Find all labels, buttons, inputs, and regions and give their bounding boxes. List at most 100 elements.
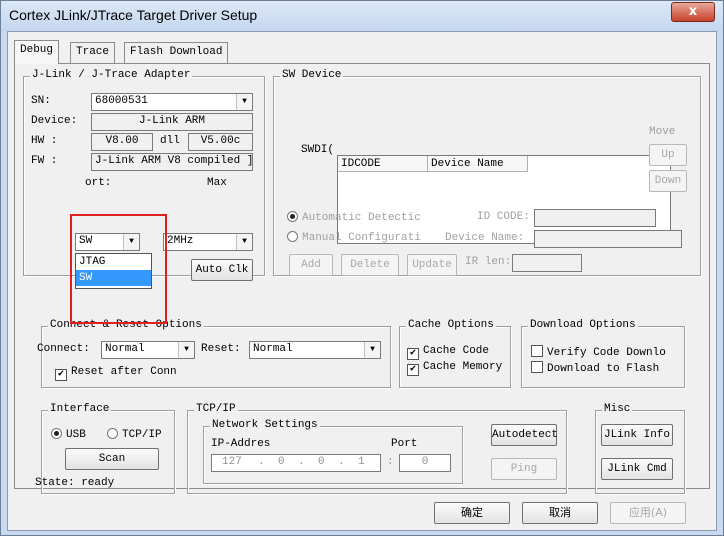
network-settings-title: Network Settings (210, 419, 320, 431)
cancel-button[interactable]: 取消 (522, 502, 598, 524)
delete-button[interactable]: Delete (341, 254, 399, 276)
ip-octet-2: 0 (278, 456, 285, 468)
add-button[interactable]: Add (289, 254, 333, 276)
reset-select[interactable]: Normal ▼ (249, 341, 381, 359)
move-down-button[interactable]: Down (649, 170, 687, 192)
sn-value: 68000531 (95, 95, 148, 107)
reset-after-label: Reset after Conn (71, 366, 177, 378)
checkbox-icon (531, 361, 543, 373)
scan-button[interactable]: Scan (65, 448, 159, 470)
adapter-group-title: J-Link / J-Trace Adapter (30, 69, 193, 81)
chevron-down-icon: ▼ (178, 342, 194, 358)
fw-field: J-Link ARM V8 compiled ] (91, 153, 253, 171)
chevron-down-icon: ▼ (236, 234, 252, 250)
reset-after-checkbox[interactable]: ✔ Reset after Conn (55, 366, 177, 381)
cache-memory-checkbox[interactable]: ✔ Cache Memory (407, 361, 502, 376)
radio-icon (287, 211, 298, 222)
port-number-label: Port (391, 438, 418, 450)
radio-icon (287, 231, 298, 242)
setup-dialog: Cortex JLink/JTrace Target Driver Setup … (0, 0, 724, 536)
cache-code-checkbox[interactable]: ✔ Cache Code (407, 345, 489, 360)
debug-panel: J-Link / J-Trace Adapter SN: 68000531 ▼ … (14, 63, 710, 494)
ip-dot: . (258, 456, 265, 468)
reset-value: Normal (253, 343, 293, 355)
radio-icon (107, 428, 118, 439)
connect-value: Normal (105, 343, 145, 355)
dll-field: V5.00c (188, 133, 253, 151)
interface-title: Interface (48, 403, 112, 415)
download-options-title: Download Options (528, 319, 638, 331)
state-text: State: ready (35, 477, 115, 489)
manual-config-label: Manual Configurati (302, 232, 421, 244)
ip-dot: . (298, 456, 305, 468)
ip-dot: . (338, 456, 345, 468)
move-label: Move (649, 126, 676, 138)
tcp-port-field[interactable]: 0 (399, 454, 451, 472)
ok-button[interactable]: 确定 (434, 502, 510, 524)
auto-detect-radio[interactable]: Automatic Detectic (287, 211, 421, 224)
check-icon: ✔ (55, 369, 67, 381)
cache-memory-label: Cache Memory (423, 361, 503, 373)
fw-label: FW : (31, 155, 58, 167)
download-to-flash-label: Download to Flash (547, 363, 660, 375)
manual-config-radio[interactable]: Manual Configurati (287, 231, 421, 244)
jlink-info-button[interactable]: JLink Info (601, 424, 673, 446)
usb-radio[interactable]: USB (51, 428, 86, 441)
ping-button[interactable]: Ping (491, 458, 557, 480)
auto-clk-button[interactable]: Auto Clk (191, 259, 253, 281)
apply-button[interactable]: 应用(A) (610, 502, 686, 524)
autodetect-button[interactable]: Autodetect (491, 424, 558, 446)
verify-code-checkbox[interactable]: Verify Code Downlo (531, 345, 666, 359)
chevron-down-icon: ▼ (236, 94, 252, 110)
check-icon: ✔ (407, 348, 419, 360)
port-label: ort: (85, 177, 112, 189)
download-to-flash-checkbox[interactable]: Download to Flash (531, 361, 659, 375)
misc-group: Misc (595, 403, 685, 494)
move-up-button[interactable]: Up (649, 144, 687, 166)
device-field: J-Link ARM (91, 113, 253, 131)
irlen-field[interactable] (512, 254, 582, 272)
window-title: Cortex JLink/JTrace Target Driver Setup (9, 7, 258, 23)
cache-code-label: Cache Code (423, 345, 490, 357)
cache-options-title: Cache Options (406, 319, 496, 331)
sw-device-title: SW Device (280, 69, 344, 81)
jlink-cmd-button[interactable]: JLink Cmd (601, 458, 673, 480)
col-idcode: IDCODE (338, 156, 428, 172)
tab-debug[interactable]: Debug (14, 40, 60, 64)
dll-label: dll (160, 135, 180, 147)
misc-title: Misc (602, 403, 633, 415)
tcpip-radio-label: TCP/IP (122, 429, 162, 441)
chevron-down-icon: ▼ (364, 342, 380, 358)
verify-code-label: Verify Code Downlo (547, 347, 666, 359)
title-bar: Cortex JLink/JTrace Target Driver Setup … (1, 1, 723, 31)
reset-label: Reset: (201, 343, 241, 355)
idcode-label: ID CODE: (477, 211, 530, 223)
device-label: Device: (31, 115, 78, 127)
ip-address-label: IP-Addres (211, 438, 271, 450)
tcpip-radio[interactable]: TCP/IP (107, 428, 162, 441)
update-button[interactable]: Update (407, 254, 457, 276)
ip-octet-4: 1 (358, 456, 365, 468)
max-clock-select[interactable]: 2MHz ▼ (163, 233, 253, 251)
sn-select[interactable]: 68000531 ▼ (91, 93, 253, 111)
sn-label: SN: (31, 95, 51, 107)
max-label: Max (207, 177, 227, 189)
hw-field: V8.00 (91, 133, 153, 151)
radio-icon (51, 428, 62, 439)
tab-trace[interactable]: Trace (70, 42, 116, 63)
connect-select[interactable]: Normal ▼ (101, 341, 195, 359)
irlen-label: IR len: (465, 256, 512, 268)
idcode-field[interactable] (534, 209, 656, 227)
devname-label: Device Name: (445, 232, 525, 244)
close-button[interactable]: x (671, 2, 715, 22)
tcpip-title: TCP/IP (194, 403, 238, 415)
ip-address-field[interactable]: 127 . 0 . 0 . 1 (211, 454, 381, 472)
check-icon: ✔ (407, 364, 419, 376)
ip-octet-3: 0 (318, 456, 325, 468)
highlight-box (70, 214, 167, 324)
port-separator: : (387, 456, 394, 468)
usb-label: USB (66, 429, 86, 441)
tab-flash-download[interactable]: Flash Download (124, 42, 229, 63)
ip-octet-1: 127 (222, 456, 242, 468)
devname-field[interactable] (534, 230, 682, 248)
